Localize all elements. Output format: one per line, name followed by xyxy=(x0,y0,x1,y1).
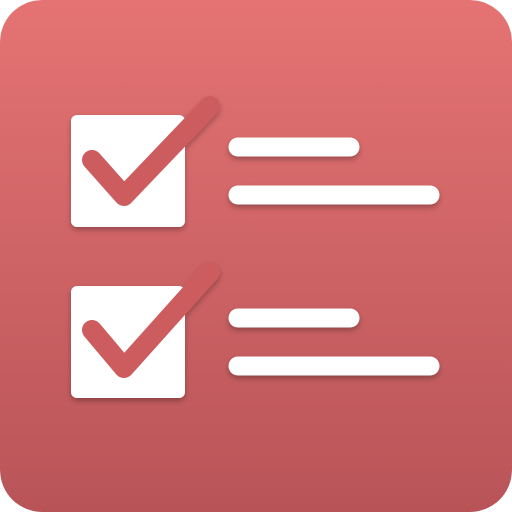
checklist-app-icon xyxy=(0,0,512,512)
icon-background xyxy=(0,0,512,512)
checklist-icon-graphic xyxy=(0,0,512,512)
checkbox-checked xyxy=(71,115,185,227)
checkbox-checked xyxy=(71,286,185,398)
